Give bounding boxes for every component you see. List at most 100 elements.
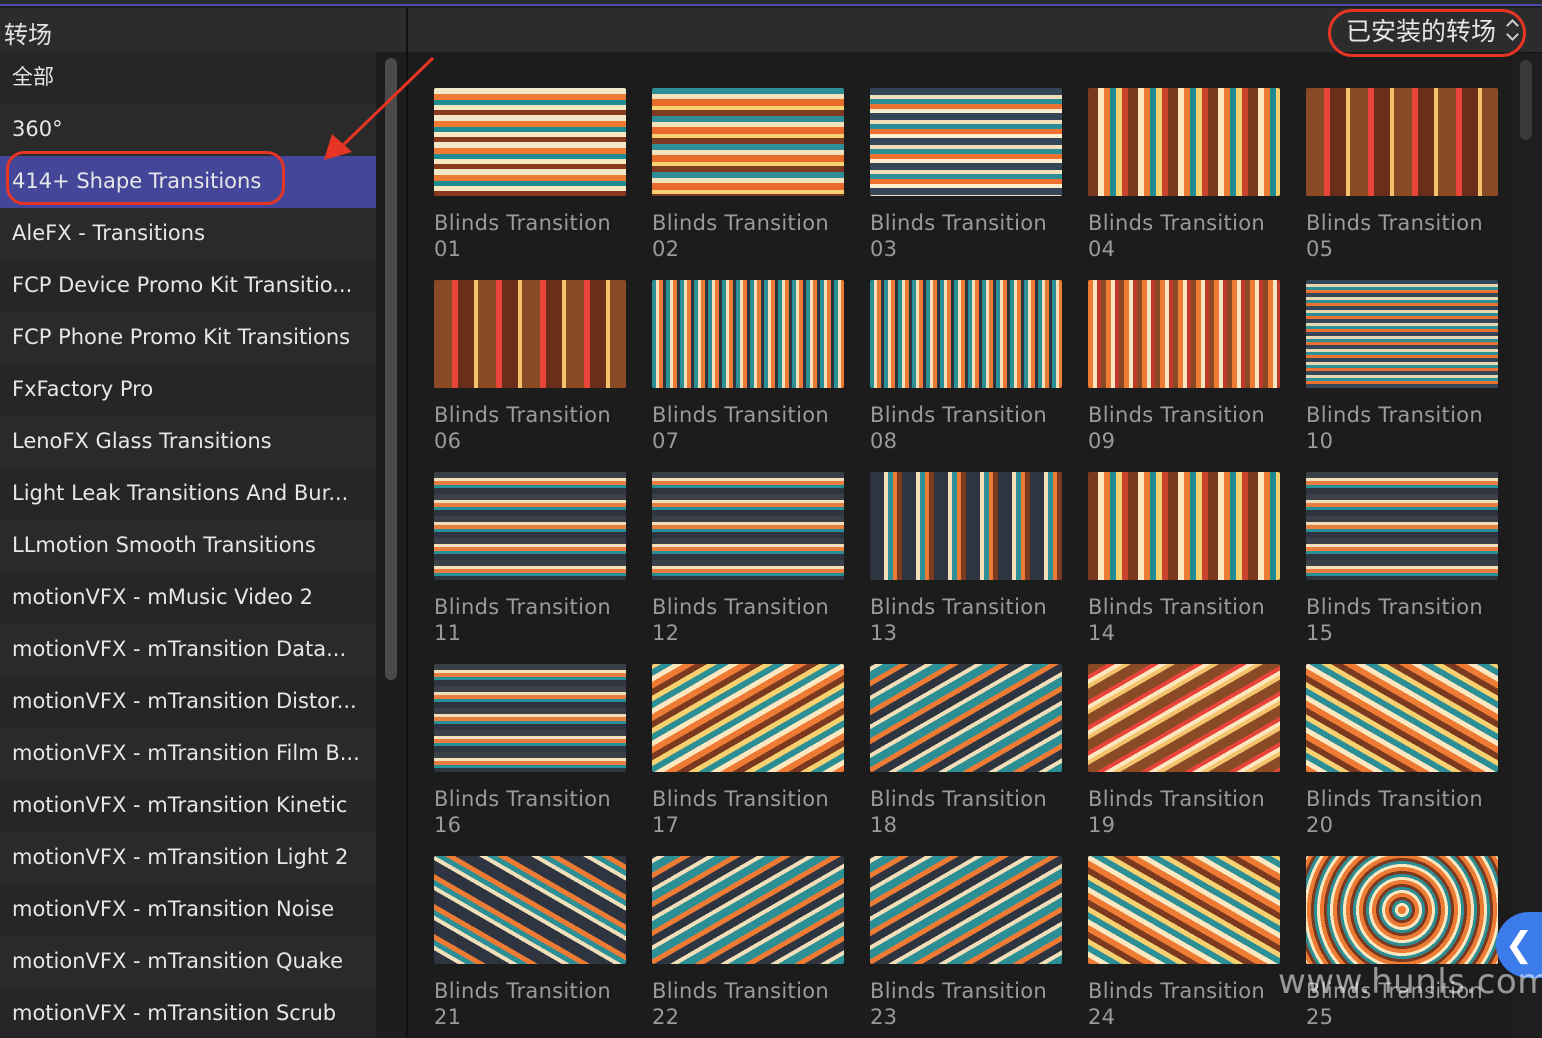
transition-number: 20 xyxy=(1306,813,1334,837)
transition-tile[interactable]: Blinds Transition 12 xyxy=(652,472,844,646)
transition-thumbnail[interactable] xyxy=(434,88,626,196)
transition-label: Blinds Transition 23 xyxy=(870,978,1062,1030)
transition-thumbnail[interactable] xyxy=(1306,472,1498,580)
sidebar-item[interactable]: motionVFX - mTransition Distor... xyxy=(0,676,376,728)
sidebar-item[interactable]: motionVFX - mTransition Kinetic xyxy=(0,780,376,832)
transition-name: Blinds Transition xyxy=(1088,211,1265,235)
sidebar-item[interactable]: motionVFX - mTransition Scrub xyxy=(0,988,376,1038)
sidebar-item[interactable]: LenoFX Glass Transitions xyxy=(0,416,376,468)
transition-name: Blinds Transition xyxy=(1088,979,1265,1003)
transition-tile[interactable]: Blinds Transition 14 xyxy=(1088,472,1280,646)
transition-name: Blinds Transition xyxy=(870,979,1047,1003)
transition-name: Blinds Transition xyxy=(1088,403,1265,427)
sidebar-item[interactable]: motionVFX - mTransition Noise xyxy=(0,884,376,936)
transition-tile[interactable]: Blinds Transition 22 xyxy=(652,856,844,1030)
sidebar-item[interactable]: Light Leak Transitions And Bur... xyxy=(0,468,376,520)
transition-name: Blinds Transition xyxy=(870,403,1047,427)
sidebar-item[interactable]: 360° xyxy=(0,104,376,156)
transition-thumbnail[interactable] xyxy=(652,88,844,196)
transition-number: 13 xyxy=(870,621,898,645)
transition-label: Blinds Transition 14 xyxy=(1088,594,1280,646)
transition-number: 09 xyxy=(1088,429,1116,453)
transition-thumbnail[interactable] xyxy=(652,472,844,580)
transition-thumbnail[interactable] xyxy=(652,280,844,388)
transition-label: Blinds Transition 03 xyxy=(870,210,1062,262)
grid-scrollbar-thumb[interactable] xyxy=(1520,60,1532,140)
transition-thumbnail[interactable] xyxy=(1306,664,1498,772)
sidebar-item[interactable]: motionVFX - mMusic Video 2 xyxy=(0,572,376,624)
sidebar-item[interactable]: FxFactory Pro xyxy=(0,364,376,416)
transition-tile[interactable]: Blinds Transition 07 xyxy=(652,280,844,454)
transition-tile[interactable]: Blinds Transition 13 xyxy=(870,472,1062,646)
transition-label: Blinds Transition 22 xyxy=(652,978,844,1030)
transition-tile[interactable]: Blinds Transition 09 xyxy=(1088,280,1280,454)
transition-thumbnail[interactable] xyxy=(870,664,1062,772)
transition-tile[interactable]: Blinds Transition 04 xyxy=(1088,88,1280,262)
sidebar-item[interactable]: 全部 xyxy=(0,52,376,104)
transition-thumbnail[interactable] xyxy=(652,664,844,772)
transition-tile[interactable]: Blinds Transition 06 xyxy=(434,280,626,454)
transition-thumbnail[interactable] xyxy=(434,664,626,772)
transition-tile[interactable]: Blinds Transition 17 xyxy=(652,664,844,838)
transition-tile[interactable]: Blinds Transition 03 xyxy=(870,88,1062,262)
sidebar-item[interactable]: motionVFX - mTransition Film B... xyxy=(0,728,376,780)
transition-name: Blinds Transition xyxy=(652,979,829,1003)
transition-name: Blinds Transition xyxy=(870,211,1047,235)
transition-tile[interactable]: Blinds Transition 24 xyxy=(1088,856,1280,1030)
transition-name: Blinds Transition xyxy=(434,787,611,811)
transition-tile[interactable]: Blinds Transition 01 xyxy=(434,88,626,262)
transition-thumbnail[interactable] xyxy=(1088,280,1280,388)
sidebar-scrollbar-thumb[interactable] xyxy=(385,58,397,680)
sidebar-item[interactable]: motionVFX - mTransition Quake xyxy=(0,936,376,988)
transition-name: Blinds Transition xyxy=(434,979,611,1003)
transition-tile[interactable]: Blinds Transition 15 xyxy=(1306,472,1498,646)
transition-name: Blinds Transition xyxy=(434,595,611,619)
transition-thumbnail[interactable] xyxy=(1306,88,1498,196)
transition-label: Blinds Transition 16 xyxy=(434,786,626,838)
sidebar-item[interactable]: AleFX - Transitions xyxy=(0,208,376,260)
transition-number: 23 xyxy=(870,1005,898,1029)
transition-tile[interactable]: Blinds Transition 10 xyxy=(1306,280,1498,454)
transition-tile[interactable]: Blinds Transition 08 xyxy=(870,280,1062,454)
transition-tile[interactable]: Blinds Transition 02 xyxy=(652,88,844,262)
transition-thumbnail[interactable] xyxy=(1088,472,1280,580)
transition-thumbnail[interactable] xyxy=(1088,664,1280,772)
transition-thumbnail[interactable] xyxy=(1306,280,1498,388)
transition-thumbnail[interactable] xyxy=(434,856,626,964)
transition-tile[interactable]: Blinds Transition 16 xyxy=(434,664,626,838)
transition-thumbnail[interactable] xyxy=(434,280,626,388)
transition-thumbnail[interactable] xyxy=(870,88,1062,196)
transition-thumbnail[interactable] xyxy=(1306,856,1498,964)
transition-thumbnail[interactable] xyxy=(652,856,844,964)
transition-thumbnail[interactable] xyxy=(870,472,1062,580)
transition-number: 12 xyxy=(652,621,680,645)
transition-thumbnail[interactable] xyxy=(870,280,1062,388)
transition-thumbnail[interactable] xyxy=(434,472,626,580)
transition-label: Blinds Transition 04 xyxy=(1088,210,1280,262)
transition-thumbnail[interactable] xyxy=(1088,856,1280,964)
transition-tile[interactable]: Blinds Transition 23 xyxy=(870,856,1062,1030)
sidebar-item[interactable]: motionVFX - mTransition Data... xyxy=(0,624,376,676)
transition-name: Blinds Transition xyxy=(652,787,829,811)
transition-tile[interactable]: Blinds Transition 25 xyxy=(1306,856,1498,1030)
transition-label: Blinds Transition 05 xyxy=(1306,210,1498,262)
transition-label: Blinds Transition 10 xyxy=(1306,402,1498,454)
sidebar-item[interactable]: FCP Phone Promo Kit Transitions xyxy=(0,312,376,364)
transition-number: 10 xyxy=(1306,429,1334,453)
sidebar-item[interactable]: LLmotion Smooth Transitions xyxy=(0,520,376,572)
sidebar-item[interactable]: motionVFX - mTransition Light 2 xyxy=(0,832,376,884)
transition-tile[interactable]: Blinds Transition 21 xyxy=(434,856,626,1030)
transition-tile[interactable]: Blinds Transition 18 xyxy=(870,664,1062,838)
transition-tile[interactable]: Blinds Transition 05 xyxy=(1306,88,1498,262)
transition-tile[interactable]: Blinds Transition 11 xyxy=(434,472,626,646)
transition-name: Blinds Transition xyxy=(652,595,829,619)
transition-number: 19 xyxy=(1088,813,1116,837)
transition-tile[interactable]: Blinds Transition 19 xyxy=(1088,664,1280,838)
sidebar-item[interactable]: FCP Device Promo Kit Transitio... xyxy=(0,260,376,312)
transition-thumbnail[interactable] xyxy=(1088,88,1280,196)
transition-tile[interactable]: Blinds Transition 20 xyxy=(1306,664,1498,838)
transition-number: 14 xyxy=(1088,621,1116,645)
transition-thumbnail[interactable] xyxy=(870,856,1062,964)
transition-name: Blinds Transition xyxy=(1306,595,1483,619)
sidebar-header: 转场 xyxy=(0,8,406,53)
